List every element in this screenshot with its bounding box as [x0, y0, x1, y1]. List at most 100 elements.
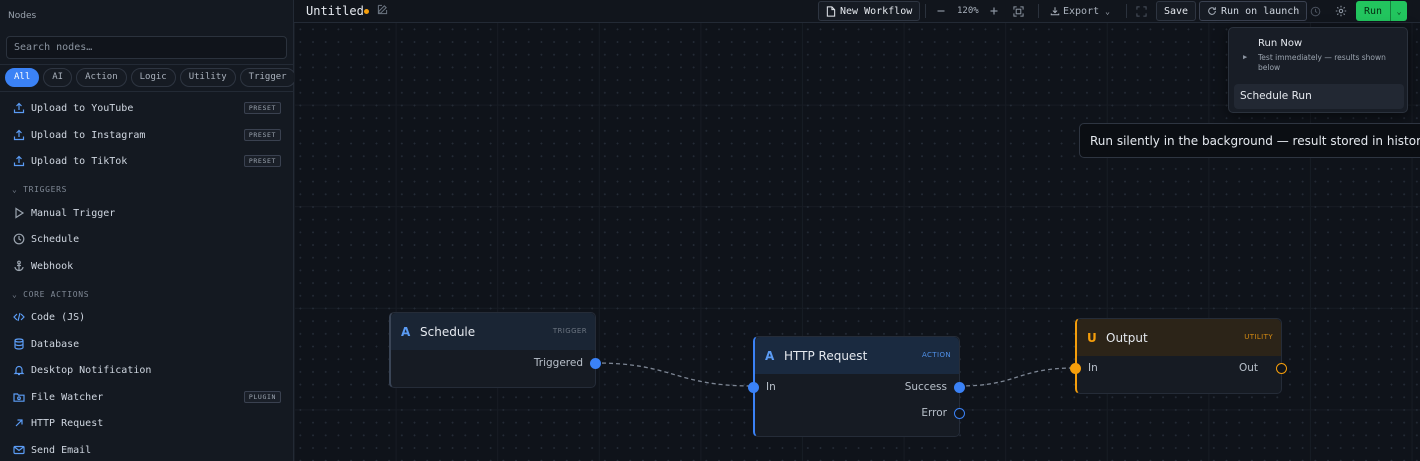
section-label: CORE ACTIONS	[23, 290, 90, 299]
run-on-launch-label: Run on launch	[1221, 5, 1300, 17]
input-port-in[interactable]	[748, 382, 759, 393]
edge-http-to-output[interactable]	[958, 367, 1076, 387]
sidebar-item-upload-youtube[interactable]: Upload to YouTube PRESET	[0, 97, 294, 119]
filter-chip-ai[interactable]: AI	[43, 68, 73, 87]
sidebar-item-label: Send Email	[31, 444, 92, 456]
top-toolbar: Untitled New Workflow 120% Export ⌄ Save…	[294, 0, 1420, 23]
preset-badge: PRESET	[243, 102, 281, 114]
bell-icon	[12, 364, 25, 377]
run-button[interactable]: Run	[1356, 6, 1390, 17]
port-label-out: Out	[1238, 362, 1258, 374]
toolbar-divider	[1038, 4, 1039, 18]
plugin-badge: PLUGIN	[243, 391, 281, 403]
node-type-label: TRIGGER	[552, 327, 587, 335]
output-port-success[interactable]	[954, 382, 965, 393]
node-http-request[interactable]: A HTTP Request ACTION In Success Error	[748, 336, 965, 437]
port-label-triggered: Triggered	[533, 357, 583, 369]
preset-badge: PRESET	[243, 129, 281, 141]
zoom-level: 120%	[957, 6, 979, 16]
history-icon[interactable]	[1308, 4, 1322, 18]
download-icon	[1050, 6, 1060, 16]
zoom-out-icon[interactable]	[934, 4, 948, 18]
sidebar-item-schedule[interactable]: Schedule	[0, 228, 294, 250]
node-title: HTTP Request	[784, 348, 868, 363]
zoom-in-icon[interactable]	[987, 4, 1001, 18]
input-port-in[interactable]	[1070, 363, 1081, 374]
node-type-letter: A	[765, 348, 775, 363]
chevron-down-icon: ⌄	[1396, 6, 1402, 16]
filter-chip-logic[interactable]: Logic	[130, 68, 176, 87]
node-type-label: UTILITY	[1244, 333, 1273, 341]
output-port-triggered[interactable]	[590, 358, 601, 369]
gear-icon[interactable]	[1334, 4, 1348, 18]
sidebar-item-http-request[interactable]: HTTP Request	[0, 412, 294, 434]
sidebar-item-desktop-notification[interactable]: Desktop Notification	[0, 359, 294, 381]
filter-chip-action[interactable]: Action	[76, 68, 127, 87]
run-options-toggle[interactable]: ⌄	[1390, 1, 1407, 21]
toolbar-divider	[925, 4, 926, 18]
output-port-out[interactable]	[1276, 363, 1287, 374]
schedule-run-tooltip: Run silently in the background — result …	[1079, 123, 1420, 158]
search-nodes-input[interactable]	[6, 36, 287, 59]
node-schedule[interactable]: A Schedule TRIGGER Triggered	[389, 312, 601, 388]
sidebar-item-label: Manual Trigger	[31, 207, 116, 219]
sidebar-divider	[0, 64, 294, 65]
sidebar-divider	[0, 91, 294, 92]
port-label-in: In	[1088, 362, 1098, 374]
database-icon	[12, 338, 25, 351]
save-button[interactable]: Save	[1156, 1, 1197, 21]
clock-icon	[12, 233, 25, 246]
sidebar-item-label: File Watcher	[31, 391, 104, 403]
code-icon	[12, 311, 25, 324]
filter-chip-utility[interactable]: Utility	[179, 68, 236, 87]
sidebar-item-send-email[interactable]: Send Email	[0, 439, 294, 461]
toolbar-divider	[1126, 4, 1127, 18]
node-header: A Schedule TRIGGER	[391, 313, 595, 350]
sidebar-item-label: HTTP Request	[31, 417, 104, 429]
output-port-error[interactable]	[954, 408, 965, 419]
export-menu-button[interactable]: Export ⌄	[1050, 3, 1110, 19]
sidebar-item-label: Database	[31, 338, 80, 350]
section-header-triggers[interactable]: ⌄ TRIGGERS	[12, 185, 67, 194]
folder-icon	[12, 391, 25, 404]
fit-view-icon[interactable]	[1011, 4, 1025, 18]
node-type-label: ACTION	[921, 351, 951, 359]
sidebar-item-label: Webhook	[31, 260, 74, 272]
port-label-in: In	[766, 381, 776, 393]
sidebar-item-code-js[interactable]: Code (JS)	[0, 306, 294, 328]
filter-chip-trigger[interactable]: Trigger	[239, 68, 296, 87]
menu-item-run-now[interactable]: Run Now ▶ Test immediately — results sho…	[1234, 33, 1404, 81]
port-label-error: Error	[921, 407, 947, 419]
edge-schedule-to-http[interactable]	[594, 362, 754, 387]
unsaved-indicator	[364, 9, 369, 14]
mail-icon	[12, 444, 25, 457]
workflow-title[interactable]: Untitled	[306, 4, 364, 18]
category-filter-chips: All AI Action Logic Utility Trigger	[5, 68, 296, 87]
run-on-launch-toggle[interactable]: Run on launch	[1199, 1, 1308, 21]
section-header-core-actions[interactable]: ⌄ CORE ACTIONS	[12, 290, 89, 299]
filter-chip-all[interactable]: All	[5, 68, 40, 87]
sidebar-item-label: Schedule	[31, 233, 80, 245]
fullscreen-icon[interactable]	[1134, 4, 1148, 18]
upload-icon	[12, 129, 25, 142]
sidebar-item-database[interactable]: Database	[0, 333, 294, 355]
node-header: A HTTP Request ACTION	[755, 337, 959, 374]
sidebar-item-label: Upload to Instagram	[31, 129, 146, 141]
refresh-icon	[1207, 6, 1217, 16]
sidebar-item-label: Code (JS)	[31, 311, 86, 323]
save-label: Save	[1164, 5, 1189, 17]
sidebar-item-upload-instagram[interactable]: Upload to Instagram PRESET	[0, 124, 294, 146]
node-output[interactable]: U Output UTILITY In Out	[1070, 318, 1287, 394]
sidebar-item-webhook[interactable]: Webhook	[0, 255, 294, 277]
chevron-down-icon: ⌄	[12, 290, 18, 299]
sidebar-item-upload-tiktok[interactable]: Upload to TikTok PRESET	[0, 150, 294, 172]
sidebar-item-file-watcher[interactable]: File Watcher PLUGIN	[0, 386, 294, 408]
export-label: Export	[1063, 5, 1100, 17]
sidebar-item-label: Desktop Notification	[31, 364, 152, 376]
new-workflow-button[interactable]: New Workflow	[818, 1, 921, 21]
preset-badge: PRESET	[243, 155, 281, 167]
menu-item-schedule-run[interactable]: Schedule Run	[1234, 84, 1404, 109]
upload-icon	[12, 155, 25, 168]
sidebar-item-manual-trigger[interactable]: Manual Trigger	[0, 202, 294, 224]
edit-icon[interactable]	[377, 4, 388, 15]
